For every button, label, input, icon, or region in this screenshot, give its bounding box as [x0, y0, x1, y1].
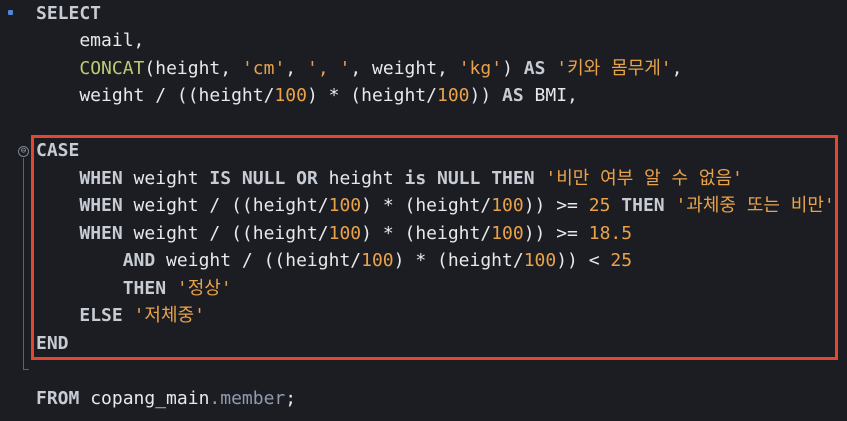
string-literal: '정상' [176, 278, 232, 299]
string-literal: '과체중 또는 비만' [675, 195, 835, 216]
keyword-as: AS [502, 85, 524, 106]
keyword-and: AND [122, 250, 156, 271]
statement-terminator: ; [285, 388, 297, 409]
code-line[interactable]: CASE [0, 137, 79, 164]
code-line[interactable]: email, [0, 27, 144, 54]
code-line[interactable]: FROM copang_main.member; [0, 385, 296, 412]
code-line[interactable]: WHEN weight / ((height/100) * (height/10… [0, 192, 834, 219]
code-token: ) [502, 58, 524, 79]
code-token: weight / ((height/ [122, 223, 329, 244]
code-line[interactable]: WHEN weight IS NULL OR height is NULL TH… [0, 165, 743, 192]
keyword-is-null-or: IS NULL OR [209, 168, 318, 189]
code-token: (height, [144, 58, 242, 79]
keyword-then: THEN [122, 278, 167, 299]
code-line[interactable]: CONCAT(height, 'cm', ', ', weight, 'kg')… [0, 55, 682, 82]
number-literal: 100 [328, 223, 362, 244]
code-line[interactable]: SELECT [0, 0, 101, 27]
string-literal: '저체중' [133, 305, 205, 326]
number-literal: 100 [436, 85, 470, 106]
column-email: email, [36, 30, 145, 51]
code-token: )) < [556, 250, 611, 271]
code-token: weight [122, 168, 210, 189]
code-token: , [671, 58, 683, 79]
function-concat: CONCAT [79, 58, 145, 79]
code-line[interactable]: ELSE '저체중' [0, 302, 205, 329]
code-token: weight / ((height/ [36, 85, 275, 106]
code-token: BMI, [523, 85, 578, 106]
code-token: height [317, 168, 405, 189]
string-literal: '키와 몸무게' [556, 58, 672, 79]
code-token: )) >= [523, 223, 589, 244]
number-literal: 18.5 [588, 223, 633, 244]
number-literal: 100 [491, 195, 524, 216]
code-token: weight / ((height/ [155, 250, 362, 271]
number-literal: 100 [523, 250, 557, 271]
string-literal: 'cm' [241, 58, 286, 79]
keyword-case: CASE [36, 140, 80, 161]
code-token: , [285, 58, 307, 79]
code-token: ) * (height/ [361, 223, 492, 244]
number-literal: 100 [491, 223, 524, 244]
keyword-is-null-then: is NULL THEN [404, 168, 535, 189]
number-literal: 100 [274, 85, 307, 106]
string-literal: '비만 여부 알 수 없음' [545, 168, 743, 189]
keyword-when: WHEN [79, 168, 123, 189]
schema-name: copang_main [79, 388, 210, 409]
code-token: ) * (height/ [361, 195, 492, 216]
code-token: )) >= [523, 195, 589, 216]
number-literal: 100 [361, 250, 394, 271]
number-literal: 25 [588, 195, 611, 216]
keyword-end: END [36, 333, 69, 354]
sql-code-editor[interactable]: ⊖ SELECT email, CONCAT(height, 'cm', ', … [0, 0, 847, 421]
keyword-from: FROM [36, 388, 80, 409]
keyword-when: WHEN [79, 223, 123, 244]
code-token: , weight, [350, 58, 459, 79]
keyword-then: THEN [621, 195, 665, 216]
keyword-when: WHEN [79, 195, 123, 216]
code-token: weight / ((height/ [122, 195, 329, 216]
table-name: .member [209, 388, 286, 409]
string-literal: ', ' [306, 58, 351, 79]
code-line[interactable]: END [0, 330, 69, 357]
number-literal: 100 [328, 195, 362, 216]
number-literal: 25 [610, 250, 633, 271]
code-line[interactable]: THEN '정상' [0, 275, 232, 302]
code-token: ) * (height/ [393, 250, 524, 271]
string-literal: 'kg' [458, 58, 503, 79]
code-token: ) * (height/ [306, 85, 437, 106]
keyword-as: AS [523, 58, 546, 79]
keyword-else: ELSE [79, 305, 123, 326]
code-line[interactable]: weight / ((height/100) * (height/100)) A… [0, 82, 578, 109]
code-token: )) [469, 85, 503, 106]
keyword-select: SELECT [36, 3, 102, 24]
code-line[interactable]: AND weight / ((height/100) * (height/100… [0, 247, 632, 274]
code-line[interactable]: WHEN weight / ((height/100) * (height/10… [0, 220, 632, 247]
